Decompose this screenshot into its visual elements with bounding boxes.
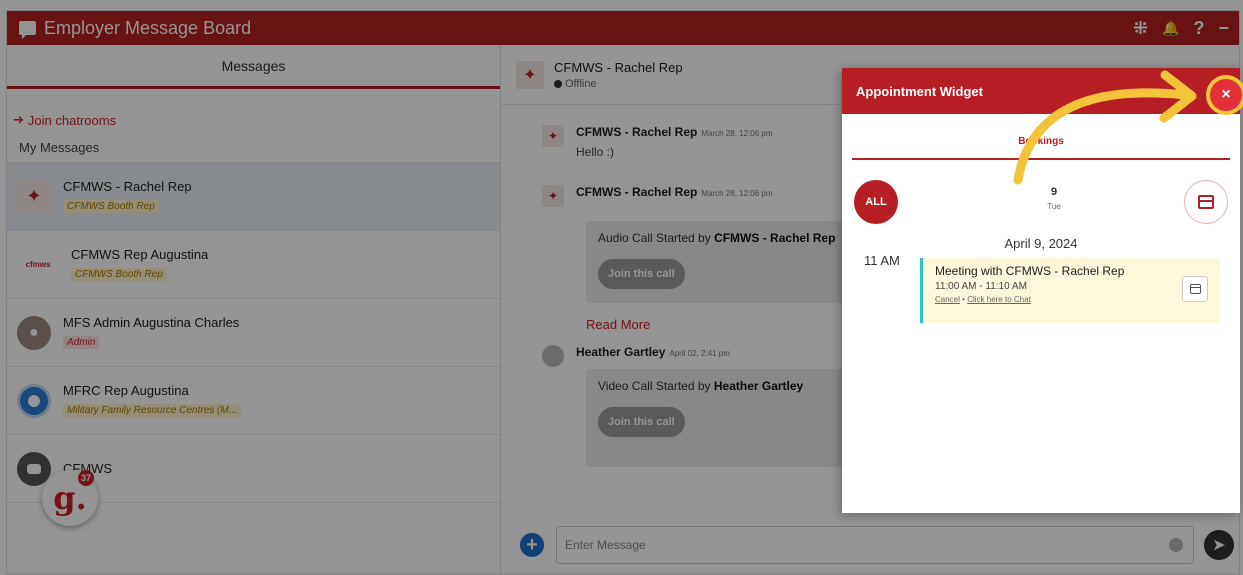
day-number: 9	[1050, 186, 1058, 198]
selected-day[interactable]: 9 Tue	[1004, 186, 1104, 211]
widget-title: Appointment Widget	[842, 68, 1240, 114]
appointment-widget: Appointment Widget Bookings ALL 9 Tue Ap…	[842, 68, 1240, 513]
calendar-button[interactable]	[1184, 180, 1228, 224]
day-name: Tue	[1047, 202, 1061, 211]
link-separator: •	[962, 295, 965, 304]
date-heading: April 9, 2024	[1004, 236, 1078, 251]
calendar-icon	[1198, 195, 1214, 209]
meeting-title: Meeting with CFMWS - Rachel Rep	[935, 264, 1125, 278]
cancel-link[interactable]: Cancel	[935, 295, 960, 304]
meeting-time: 11:00 AM - 11:10 AM	[935, 281, 1027, 292]
close-widget-button[interactable]: ×	[1206, 75, 1243, 115]
meeting-card[interactable]: Meeting with CFMWS - Rachel Rep 11:00 AM…	[920, 258, 1220, 323]
chat-link[interactable]: Click here to Chat	[967, 295, 1031, 304]
tab-bookings[interactable]: Bookings	[852, 124, 1230, 160]
calendar-icon	[1189, 284, 1201, 294]
meeting-links: Cancel • Click here to Chat	[935, 295, 1208, 304]
all-bookings-button[interactable]: ALL	[854, 180, 898, 224]
date-selector: ALL 9 Tue	[854, 176, 1228, 226]
add-to-calendar-button[interactable]	[1182, 276, 1208, 302]
time-slot-label: 11 AM	[864, 253, 900, 268]
